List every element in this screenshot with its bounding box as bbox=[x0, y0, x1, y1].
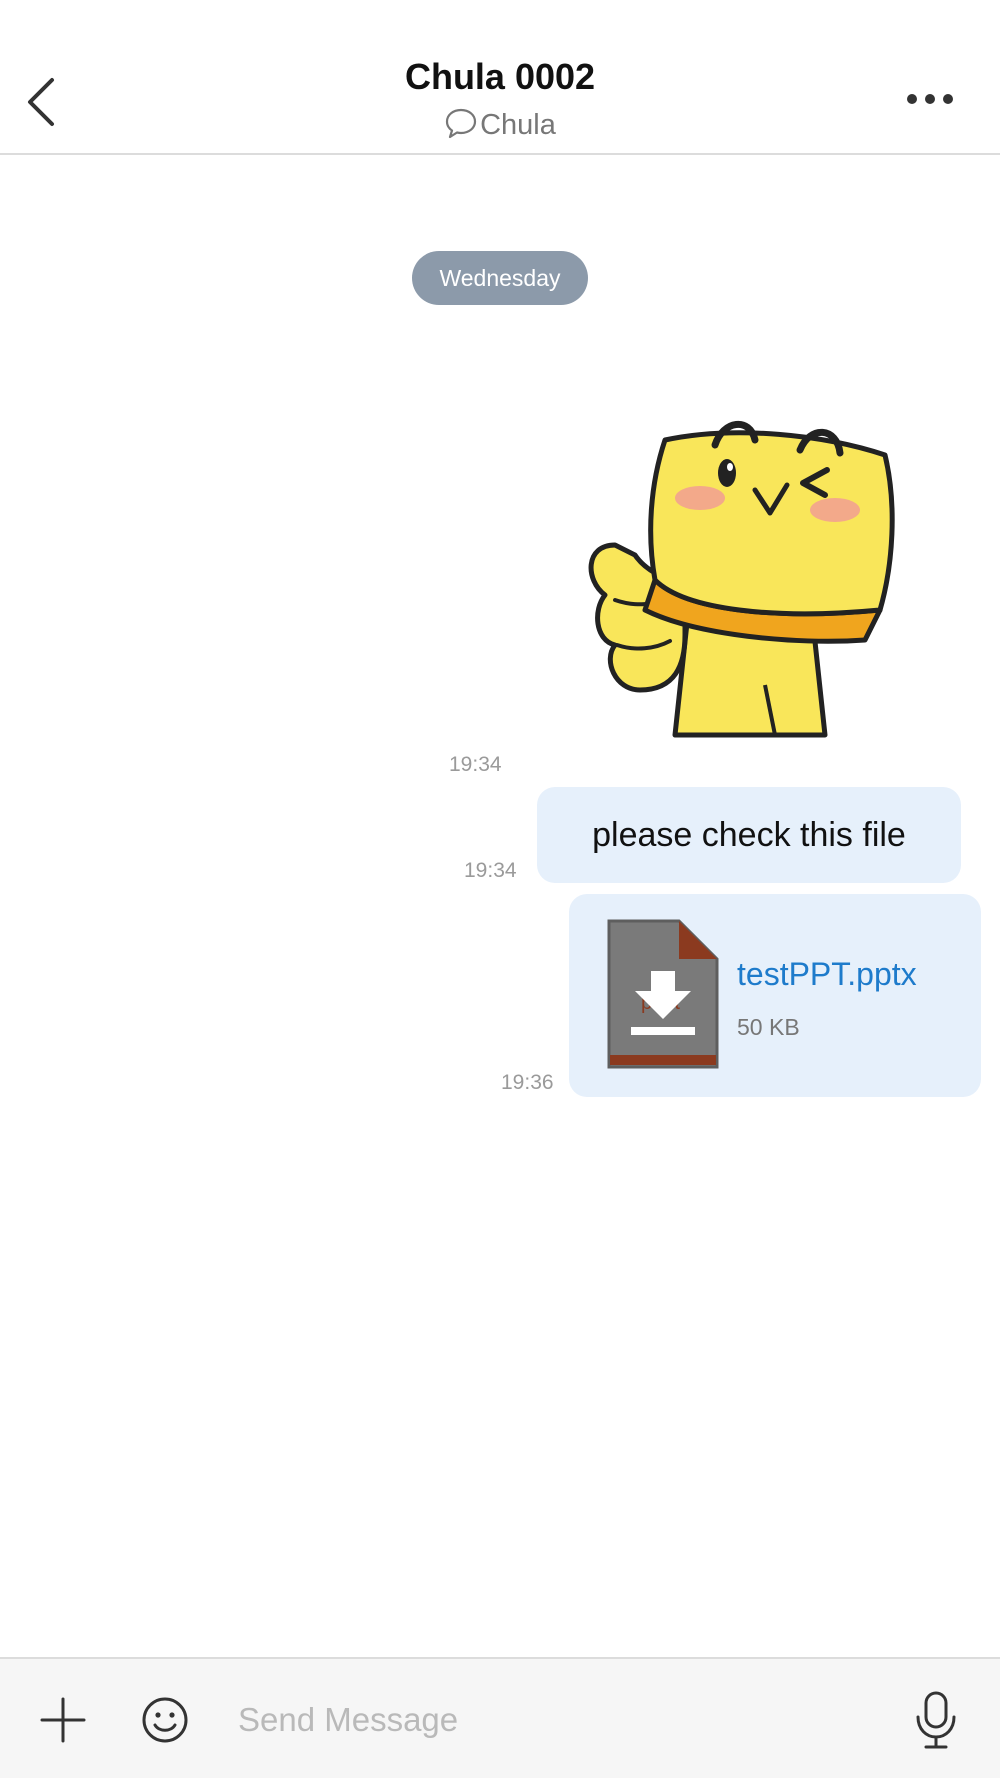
more-horizontal-icon bbox=[907, 94, 953, 104]
chat-header: Chula 0002 Chula bbox=[0, 0, 1000, 155]
day-separator: Wednesday bbox=[412, 251, 588, 305]
smiley-icon bbox=[142, 1697, 188, 1743]
message-input-bar bbox=[0, 1657, 1000, 1778]
plus-icon bbox=[40, 1697, 86, 1743]
chat-bubble-icon bbox=[446, 108, 477, 139]
file-size: 50 KB bbox=[737, 1014, 800, 1040]
emoji-button[interactable] bbox=[140, 1695, 190, 1745]
message-timestamp: 19:34 bbox=[464, 859, 517, 882]
more-options-button[interactable] bbox=[900, 84, 960, 114]
microphone-icon bbox=[916, 1691, 956, 1749]
text-message-bubble[interactable]: please check this file bbox=[537, 787, 961, 883]
yellow-cheese-character-thumbs-up-sticker bbox=[588, 420, 895, 738]
chat-subtitle-label: Chula bbox=[480, 109, 556, 141]
chat-subtitle: Chula bbox=[0, 106, 1000, 142]
message-timestamp: 19:34 bbox=[449, 753, 502, 776]
chat-screen: Chula 0002 Chula Wednesday 19:34 please … bbox=[0, 0, 1000, 1778]
message-input[interactable] bbox=[238, 1685, 878, 1755]
message-timestamp: 19:36 bbox=[501, 1071, 554, 1094]
add-attachment-button[interactable] bbox=[38, 1695, 88, 1745]
pptx-file-download-icon: p p t bbox=[607, 919, 719, 1069]
voice-message-button[interactable] bbox=[912, 1689, 960, 1753]
sticker-message[interactable] bbox=[575, 395, 905, 740]
chat-title: Chula 0002 bbox=[404, 56, 596, 97]
file-name-link[interactable]: testPPT.pptx bbox=[737, 956, 917, 993]
file-message-bubble[interactable]: p p t testPPT.pptx 50 KB bbox=[569, 894, 981, 1097]
